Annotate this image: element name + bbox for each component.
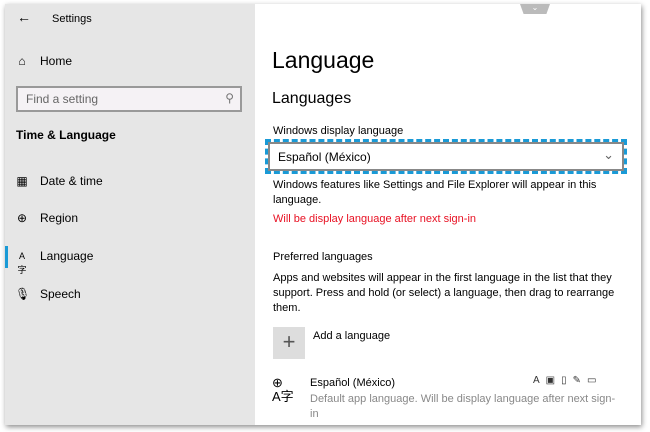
section-heading: Time & Language [16, 128, 116, 142]
plus-icon: + [282, 329, 296, 354]
language-feature-icons: A▣▯✎▭ [533, 375, 602, 386]
selected-indicator [5, 246, 8, 268]
microphone-icon: 🎙 [15, 287, 31, 301]
language-name[interactable]: Español (México) [310, 377, 395, 389]
preferred-title: Preferred languages [273, 251, 373, 263]
sidebar-item-date-time[interactable]: ▦ Date & time [15, 174, 103, 188]
sidebar-item-region[interactable]: ⊕ Region [15, 211, 78, 225]
preferred-description: Apps and websites will appear in the fir… [273, 272, 615, 314]
sidebar-item-label: Speech [40, 287, 81, 301]
section-title: Languages [272, 90, 352, 107]
calendar-clock-icon: ▦ [16, 174, 28, 188]
microphone-icon: ▯ [561, 375, 573, 386]
search-icon[interactable]: ⚲ [225, 91, 234, 105]
sidebar-item-speech[interactable]: 🎙 Speech [15, 287, 81, 301]
back-arrow-icon[interactable]: ← [17, 9, 31, 25]
page-title: Language [272, 47, 375, 73]
dropdown-value: Español (México) [278, 150, 371, 164]
handwriting-icon: ▣ [545, 375, 562, 386]
sidebar-item-language[interactable]: A字 Language [15, 249, 94, 275]
window-title: Settings [52, 13, 92, 25]
warning-text: Will be display language after next sign… [273, 213, 477, 225]
sidebar-home[interactable]: ⌂ Home [15, 54, 72, 68]
language-description: Default app language. Will be display la… [310, 393, 616, 420]
display-language-dropdown[interactable]: Español (México) ⌄ [265, 139, 627, 174]
language-icon: ⊕ A字 [272, 375, 294, 404]
language-icon: A字 [17, 251, 27, 275]
add-language-label[interactable]: Add a language [313, 330, 390, 342]
keyboard-icon: ▭ [587, 375, 603, 386]
add-language-button[interactable]: + [273, 327, 305, 359]
home-icon: ⌂ [18, 54, 26, 68]
search-placeholder: Find a setting [26, 92, 99, 106]
sidebar-item-label: Date & time [40, 174, 103, 188]
display-language-label: Windows display language [273, 125, 404, 137]
sidebar-item-label: Language [40, 249, 94, 263]
sidebar-item-label: Region [40, 211, 79, 225]
search-input[interactable]: Find a setting ⚲ [16, 86, 242, 112]
chevron-down-icon: ⌄ [603, 147, 614, 162]
scroll-up-chevron-icon[interactable]: ⌄ [520, 4, 550, 14]
sidebar: ← Settings ⌂ Home Find a setting ⚲ Time & … [5, 4, 255, 425]
home-label: Home [40, 54, 73, 68]
globe-icon: ⊕ [16, 211, 28, 225]
display-language-description: Windows features like Settings and File … [273, 179, 597, 206]
pen-icon: ✎ [572, 375, 588, 386]
display-language-icon: A [533, 375, 546, 386]
